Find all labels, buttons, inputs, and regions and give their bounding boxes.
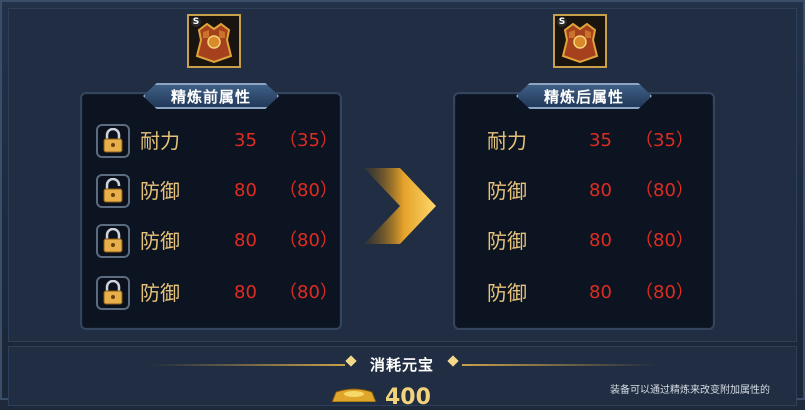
attribute-name: 防御 xyxy=(487,229,527,253)
attribute-value: 80 xyxy=(234,282,257,303)
lock-toggle-button[interactable] xyxy=(96,124,130,158)
lock-closed-icon xyxy=(103,280,123,305)
lock-closed-icon xyxy=(103,228,123,253)
attribute-row: 防御 80 （80） xyxy=(82,276,340,314)
attribute-name: 防御 xyxy=(140,281,180,305)
cost-value: 400 xyxy=(385,385,431,410)
attribute-row: 耐力 35 （35） xyxy=(455,124,713,162)
attribute-name: 防御 xyxy=(140,229,180,253)
lock-toggle-button[interactable] xyxy=(96,276,130,310)
attribute-row: 防御 80 （80） xyxy=(455,174,713,212)
attribute-value: 80 xyxy=(589,180,612,201)
attribute-value: 80 xyxy=(589,230,612,251)
before-refine-panel: 精炼前属性 耐力 35 （35） 防御 80 （80） 防御 80 （80） 防… xyxy=(80,83,342,330)
divider-left xyxy=(150,364,345,366)
before-refine-title: 精炼前属性 xyxy=(143,83,279,109)
attribute-row: 防御 80 （80） xyxy=(82,174,340,212)
cost-title: 消耗元宝 xyxy=(369,355,434,374)
arrow-right-icon xyxy=(364,168,436,244)
attribute-max: （80） xyxy=(279,282,338,303)
attribute-value: 35 xyxy=(589,130,612,151)
item-before-icon[interactable]: S xyxy=(187,14,241,68)
attribute-value: 80 xyxy=(589,282,612,303)
grade-badge: S xyxy=(191,17,201,27)
attribute-row: 防御 80 （80） xyxy=(455,224,713,262)
attribute-max: （35） xyxy=(635,130,694,151)
attribute-value: 35 xyxy=(234,130,257,151)
attribute-max: （35） xyxy=(279,130,338,151)
attribute-name: 防御 xyxy=(487,179,527,203)
attribute-max: （80） xyxy=(635,180,694,201)
attribute-row: 防御 80 （80） xyxy=(82,224,340,262)
attribute-name: 防御 xyxy=(487,281,527,305)
attribute-row: 耐力 35 （35） xyxy=(82,124,340,162)
lock-closed-icon xyxy=(103,128,123,153)
grade-badge: S xyxy=(557,17,567,27)
attribute-name: 防御 xyxy=(140,179,180,203)
attribute-name: 耐力 xyxy=(140,129,180,153)
after-refine-title: 精炼后属性 xyxy=(516,83,652,109)
hint-text: 装备可以通过精炼来改变附加属性的 xyxy=(610,385,770,396)
attribute-max: （80） xyxy=(635,230,694,251)
attribute-value: 80 xyxy=(234,180,257,201)
divider-right xyxy=(462,364,657,366)
attribute-max: （80） xyxy=(279,180,338,201)
after-refine-panel: 精炼后属性 耐力 35 （35） 防御 80 （80） 防御 80 （80） 防… xyxy=(453,83,715,330)
lock-open-icon xyxy=(103,178,123,203)
attribute-row: 防御 80 （80） xyxy=(455,276,713,314)
item-after-icon[interactable]: S xyxy=(553,14,607,68)
attribute-value: 80 xyxy=(234,230,257,251)
lock-toggle-button[interactable] xyxy=(96,224,130,258)
attribute-name: 耐力 xyxy=(487,129,527,153)
lock-toggle-button[interactable] xyxy=(96,174,130,208)
attribute-max: （80） xyxy=(635,282,694,303)
attribute-max: （80） xyxy=(279,230,338,251)
